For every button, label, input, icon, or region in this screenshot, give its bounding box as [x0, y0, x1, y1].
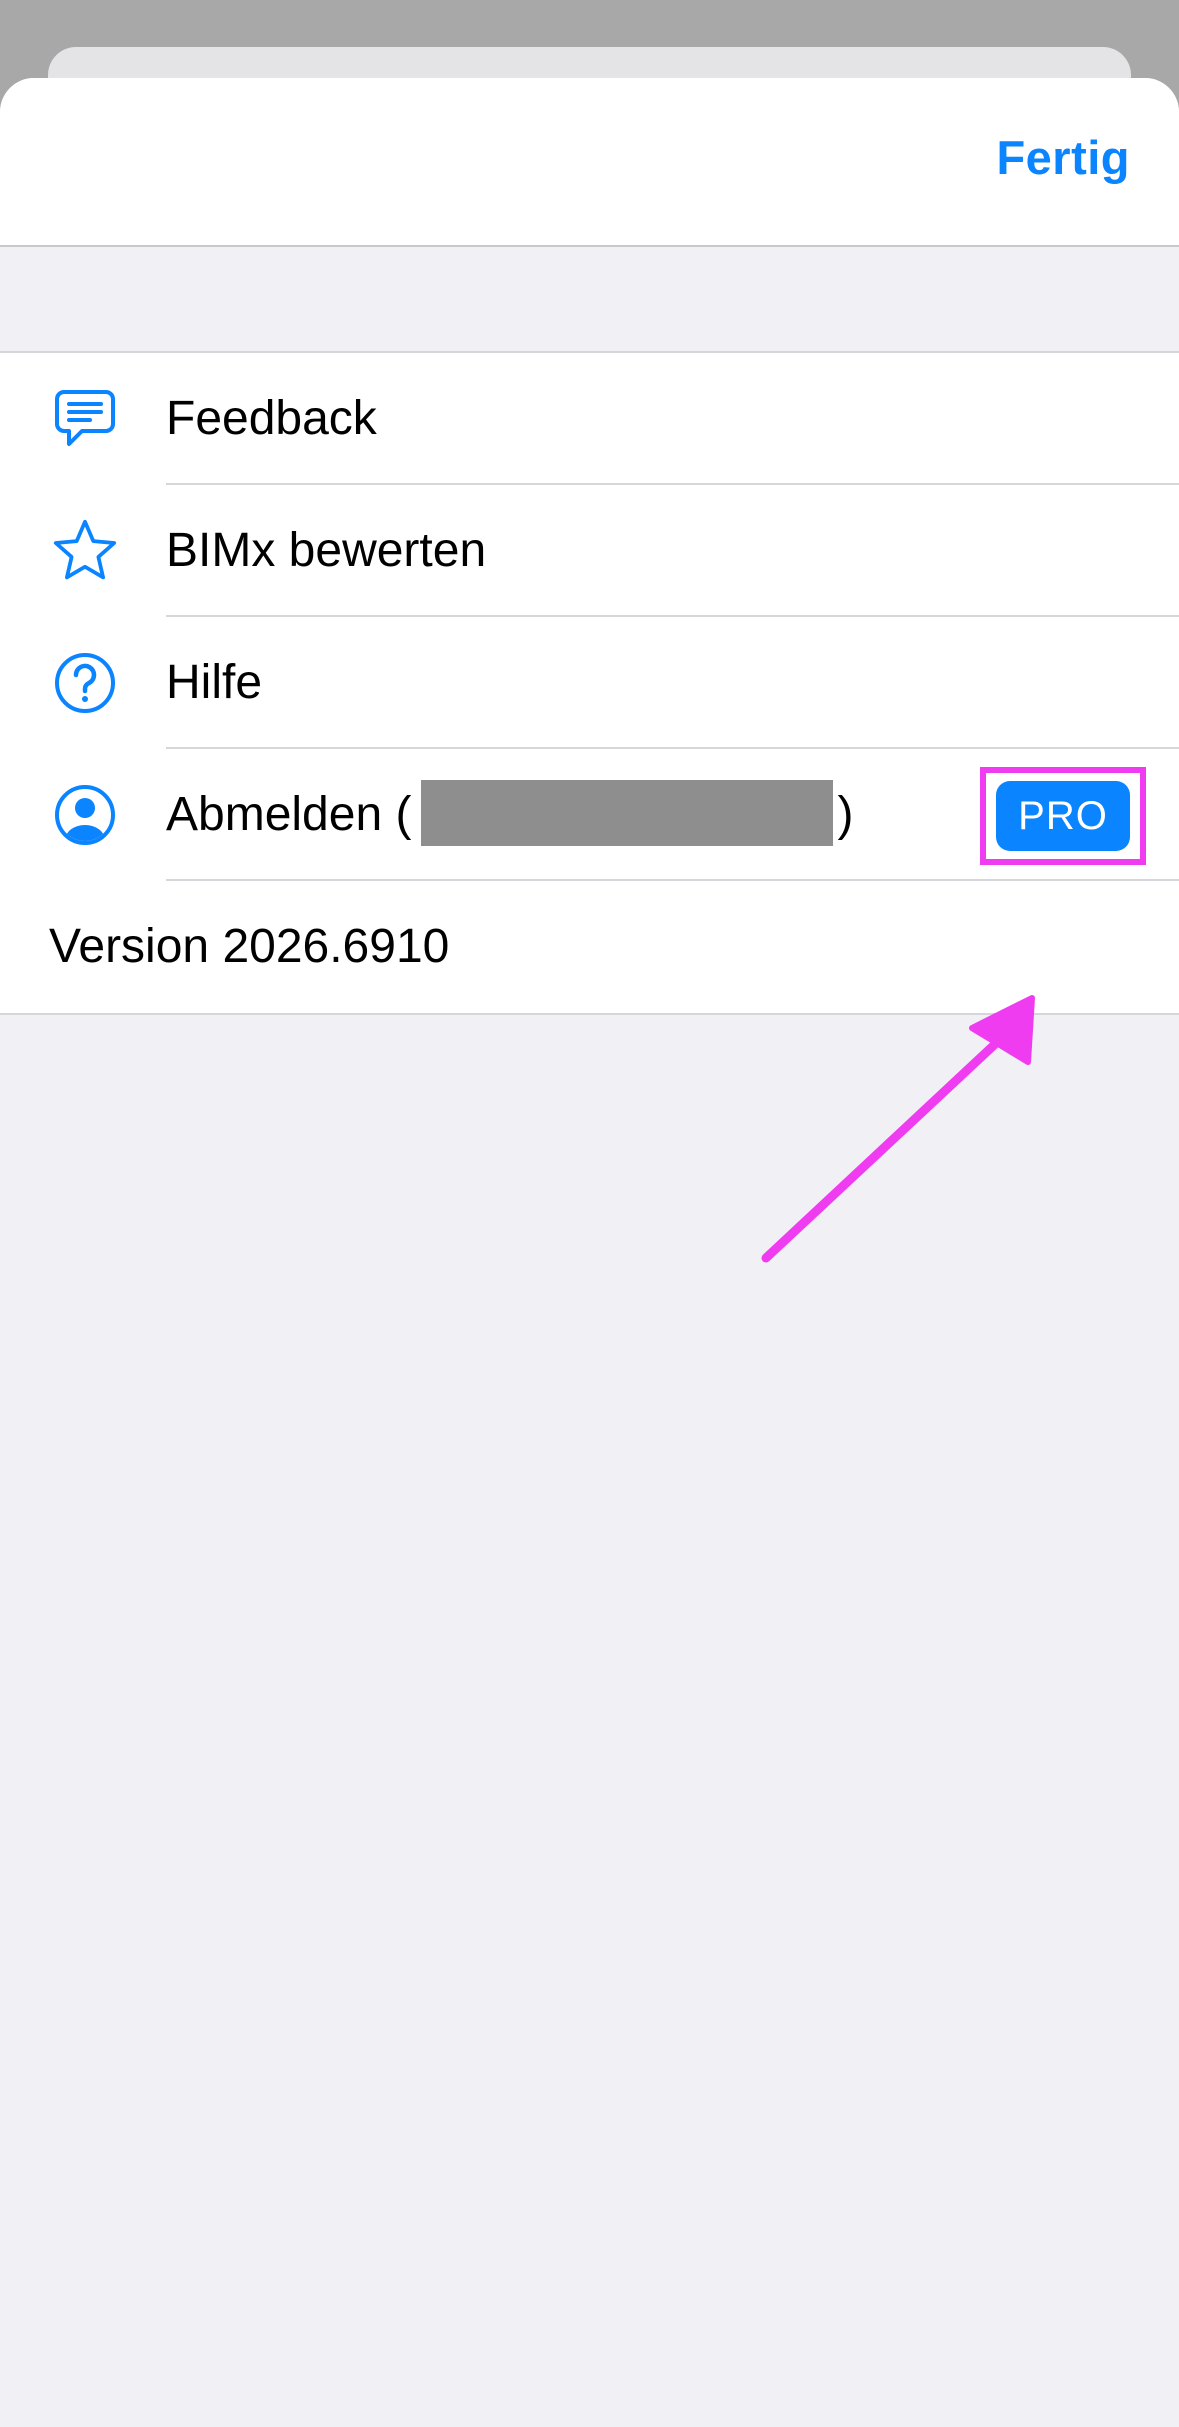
user-circle-icon: [52, 782, 118, 848]
redacted-account: [421, 780, 834, 847]
rate-app-label: BIMx bewerten: [166, 524, 487, 577]
done-button[interactable]: Fertig: [996, 130, 1130, 185]
list-item-rate-app[interactable]: BIMx bewerten: [0, 485, 1179, 617]
question-circle-icon: [52, 650, 118, 716]
logout-label: Abmelden (): [166, 749, 853, 881]
list-item-feedback[interactable]: Feedback: [0, 353, 1179, 485]
annotation-highlight-box: [980, 767, 1146, 865]
chat-bubble-icon: [52, 386, 118, 452]
logout-label-suffix: ): [837, 788, 854, 841]
version-label: Version 2026.6910: [49, 920, 450, 973]
feedback-label: Feedback: [166, 392, 377, 445]
logout-label-prefix: Abmelden (: [166, 788, 412, 841]
list-item-help[interactable]: Hilfe: [0, 617, 1179, 749]
star-icon: [52, 518, 118, 584]
settings-list: Feedback BIMx bewerten Hilfe Abmelden (…: [0, 351, 1179, 1015]
list-item-logout[interactable]: Abmelden () PRO: [0, 749, 1179, 881]
settings-sheet: Fertig Feedback BIMx bewerten Hilfe Abme…: [0, 78, 1179, 2427]
help-label: Hilfe: [166, 656, 263, 709]
navigation-bar: Fertig: [0, 78, 1179, 247]
list-item-version: Version 2026.6910: [0, 881, 1179, 1013]
